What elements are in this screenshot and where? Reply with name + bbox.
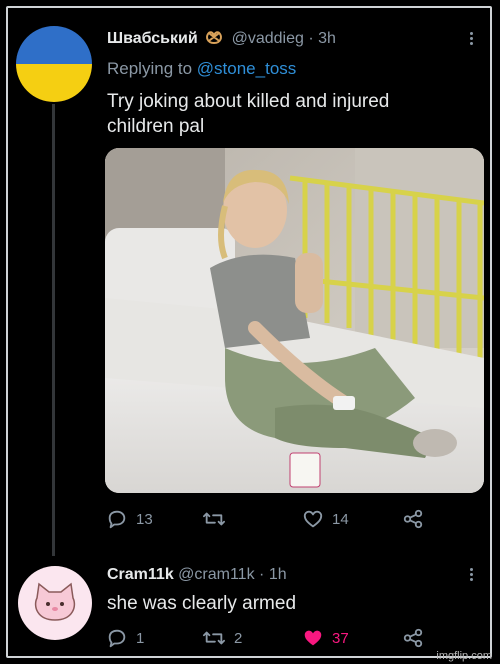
replying-to: Replying to @stone_toss bbox=[107, 59, 296, 79]
tweet-photo[interactable] bbox=[105, 148, 484, 493]
header-separator: · bbox=[259, 566, 269, 583]
cat-face-icon bbox=[34, 582, 76, 621]
reply-text: she was clearly armed bbox=[107, 591, 296, 616]
reply-like-button[interactable]: 37 bbox=[302, 627, 349, 649]
tweet-text-line: Try joking about killed and injured bbox=[107, 91, 390, 112]
reply-author-handle[interactable]: @cram11k bbox=[178, 566, 254, 583]
reply-time[interactable]: 1h bbox=[269, 566, 287, 583]
like-count: 14 bbox=[332, 510, 349, 528]
retweet-icon bbox=[203, 631, 225, 645]
reply-author-name[interactable]: Cram11k bbox=[107, 566, 174, 583]
reply-share-button[interactable] bbox=[402, 627, 424, 649]
tweet-actions: 13 14 bbox=[104, 508, 434, 532]
share-icon bbox=[403, 628, 423, 648]
reply-header: Cram11k @cram11k · 1h bbox=[107, 566, 287, 584]
reply-count: 13 bbox=[136, 510, 153, 528]
reply-reply-button[interactable]: 1 bbox=[106, 627, 144, 649]
share-icon bbox=[403, 509, 423, 529]
tweet-time[interactable]: 3h bbox=[318, 30, 336, 47]
pretzel-emoji-icon bbox=[205, 29, 223, 50]
reply-retweet-button[interactable]: 2 bbox=[202, 627, 242, 649]
author-handle[interactable]: @vaddieg bbox=[232, 30, 304, 47]
thread-connector-line bbox=[52, 104, 55, 556]
avatar-ukraine-flag[interactable] bbox=[16, 26, 92, 102]
avatar-pink-cat[interactable] bbox=[18, 566, 92, 640]
header-separator: · bbox=[308, 30, 319, 47]
replying-mention-link[interactable]: @stone_toss bbox=[197, 59, 296, 78]
heart-outline-icon bbox=[303, 510, 323, 528]
photo-illustration-icon bbox=[105, 148, 484, 493]
reply-icon bbox=[108, 629, 126, 648]
reply-button[interactable]: 13 bbox=[106, 508, 153, 530]
reply-actions: 1 2 37 bbox=[104, 627, 434, 651]
retweet-button[interactable] bbox=[202, 508, 234, 530]
reply-retweet-count: 2 bbox=[234, 629, 243, 647]
author-name[interactable]: Швабський bbox=[107, 30, 198, 47]
retweet-icon bbox=[203, 512, 225, 526]
more-options-icon[interactable] bbox=[468, 30, 474, 47]
tweet-text: Try joking about killed and injured chil… bbox=[107, 89, 389, 139]
like-button[interactable]: 14 bbox=[302, 508, 349, 530]
reply-text-line: she was clearly armed bbox=[107, 593, 297, 614]
share-button[interactable] bbox=[402, 508, 424, 530]
reply-more-options-icon[interactable] bbox=[468, 566, 474, 583]
reply-reply-count: 1 bbox=[136, 629, 145, 647]
imgflip-watermark: imgflip.com bbox=[436, 650, 492, 662]
tweet-header: Швабський @vaddieg · 3h bbox=[107, 29, 336, 50]
reply-like-count: 37 bbox=[332, 629, 349, 647]
tweet-text-line: children pal bbox=[107, 116, 205, 137]
replying-prefix: Replying to bbox=[107, 59, 193, 78]
reply-icon bbox=[108, 510, 126, 529]
heart-filled-icon bbox=[304, 630, 322, 646]
